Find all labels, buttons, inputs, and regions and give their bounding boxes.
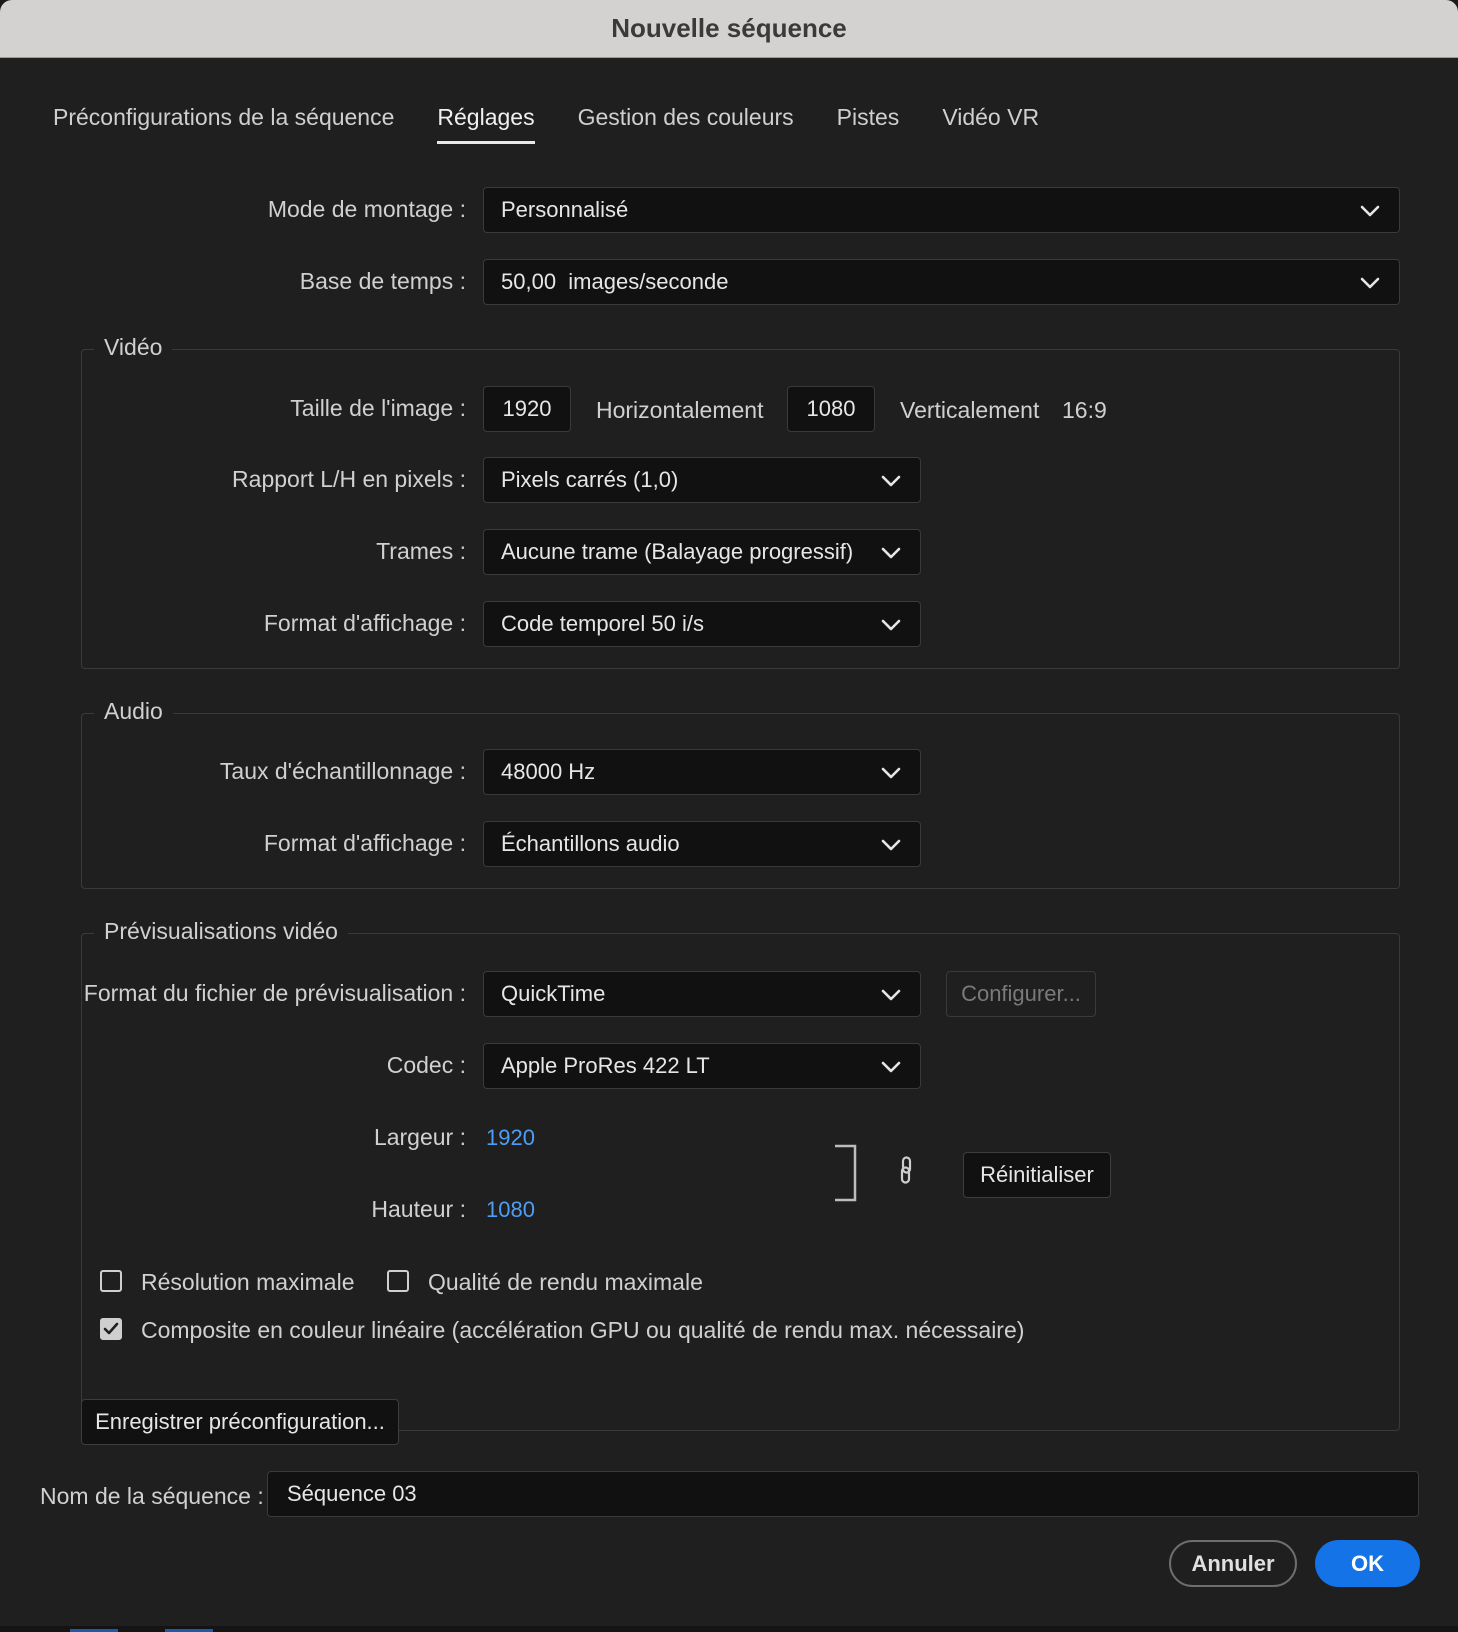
- audio-group-title: Audio: [94, 698, 173, 725]
- timebase-value: 50,00 images/seconde: [501, 269, 729, 294]
- chevron-down-icon: [1359, 200, 1381, 222]
- audio-display-format-select[interactable]: Échantillons audio: [483, 821, 921, 867]
- tab-tracks[interactable]: Pistes: [837, 104, 900, 144]
- link-bracket-icon: [835, 1144, 857, 1202]
- linear-color-checkbox[interactable]: [100, 1318, 122, 1340]
- video-display-format-select[interactable]: Code temporel 50 i/s: [483, 601, 921, 647]
- pixel-aspect-value: Pixels carrés (1,0): [501, 467, 679, 492]
- chevron-down-icon: [880, 542, 902, 564]
- video-group-title: Vidéo: [94, 334, 173, 361]
- pixel-aspect-label: Rapport L/H en pixels :: [232, 466, 466, 492]
- codec-value: Apple ProRes 422 LT: [501, 1053, 710, 1078]
- chevron-down-icon: [1359, 272, 1381, 294]
- sample-rate-select[interactable]: 48000 Hz: [483, 749, 921, 795]
- fields-value: Aucune trame (Balayage progressif): [501, 539, 854, 564]
- audio-display-format-value: Échantillons audio: [501, 831, 680, 856]
- max-resolution-checkbox[interactable]: [100, 1270, 122, 1292]
- preview-file-format-label: Format du fichier de prévisualisation :: [83, 980, 466, 1006]
- fields-select[interactable]: Aucune trame (Balayage progressif): [483, 529, 921, 575]
- video-display-format-label: Format d'affichage :: [263, 610, 466, 636]
- preview-height-label: Hauteur :: [371, 1196, 466, 1222]
- editing-mode-select[interactable]: Personnalisé: [483, 187, 1400, 233]
- chevron-down-icon: [880, 1056, 902, 1078]
- sample-rate-label: Taux d'échantillonnage :: [219, 758, 466, 784]
- tab-bar: Préconfigurations de la séquence Réglage…: [53, 104, 1082, 144]
- aspect-ratio-text: 16:9: [1062, 397, 1107, 423]
- horizontal-label: Horizontalement: [596, 397, 764, 423]
- max-resolution-label: Résolution maximale: [141, 1269, 355, 1295]
- chevron-down-icon: [880, 470, 902, 492]
- sequence-name-label: Nom de la séquence :: [40, 1483, 264, 1509]
- max-render-quality-label: Qualité de rendu maximale: [428, 1269, 703, 1295]
- preview-width-value[interactable]: 1920: [486, 1125, 535, 1151]
- fields-label: Trames :: [376, 538, 466, 564]
- linear-color-label: Composite en couleur linéaire (accélérat…: [141, 1317, 1025, 1343]
- timebase-select[interactable]: 50,00 images/seconde: [483, 259, 1400, 305]
- chevron-down-icon: [880, 984, 902, 1006]
- chevron-down-icon: [880, 762, 902, 784]
- tab-settings[interactable]: Réglages: [437, 104, 535, 144]
- configure-button[interactable]: Configurer...: [946, 971, 1096, 1017]
- video-display-format-value: Code temporel 50 i/s: [501, 611, 704, 636]
- tab-color-management[interactable]: Gestion des couleurs: [578, 104, 794, 144]
- bottom-strip: [0, 1626, 1458, 1632]
- save-preset-button[interactable]: Enregistrer préconfiguration...: [81, 1399, 399, 1445]
- pixel-aspect-select[interactable]: Pixels carrés (1,0): [483, 457, 921, 503]
- tab-vr-video[interactable]: Vidéo VR: [942, 104, 1039, 144]
- tab-presets[interactable]: Préconfigurations de la séquence: [53, 104, 394, 144]
- ok-button[interactable]: OK: [1315, 1540, 1420, 1587]
- preview-file-format-value: QuickTime: [501, 981, 606, 1006]
- frame-height-input[interactable]: 1080: [787, 386, 875, 432]
- window-title: Nouvelle séquence: [611, 13, 847, 43]
- dialog-body: Préconfigurations de la séquence Réglage…: [0, 58, 1458, 1632]
- editing-mode-value: Personnalisé: [501, 197, 629, 222]
- reset-button[interactable]: Réinitialiser: [963, 1152, 1111, 1198]
- sequence-name-value: Séquence 03: [287, 1481, 417, 1506]
- preview-height-value[interactable]: 1080: [486, 1197, 535, 1223]
- preview-file-format-select[interactable]: QuickTime: [483, 971, 921, 1017]
- link-icon[interactable]: [894, 1155, 918, 1189]
- video-previews-group-title: Prévisualisations vidéo: [94, 918, 348, 945]
- chevron-down-icon: [880, 614, 902, 636]
- vertical-label: Verticalement: [900, 397, 1040, 423]
- preview-width-label: Largeur :: [373, 1124, 466, 1150]
- chevron-down-icon: [880, 834, 902, 856]
- codec-label: Codec :: [386, 1052, 466, 1078]
- checkmark-icon: [103, 1322, 119, 1335]
- timebase-label: Base de temps :: [299, 268, 466, 294]
- audio-display-format-label: Format d'affichage :: [263, 830, 466, 856]
- sequence-name-input[interactable]: Séquence 03: [267, 1471, 1419, 1517]
- frame-width-input[interactable]: 1920: [483, 386, 571, 432]
- codec-select[interactable]: Apple ProRes 422 LT: [483, 1043, 921, 1089]
- cancel-button[interactable]: Annuler: [1169, 1540, 1297, 1587]
- frame-size-label: Taille de l'image :: [290, 395, 466, 421]
- window-titlebar: Nouvelle séquence: [0, 0, 1458, 58]
- sample-rate-value: 48000 Hz: [501, 759, 596, 784]
- editing-mode-label: Mode de montage :: [267, 196, 466, 222]
- max-render-quality-checkbox[interactable]: [387, 1270, 409, 1292]
